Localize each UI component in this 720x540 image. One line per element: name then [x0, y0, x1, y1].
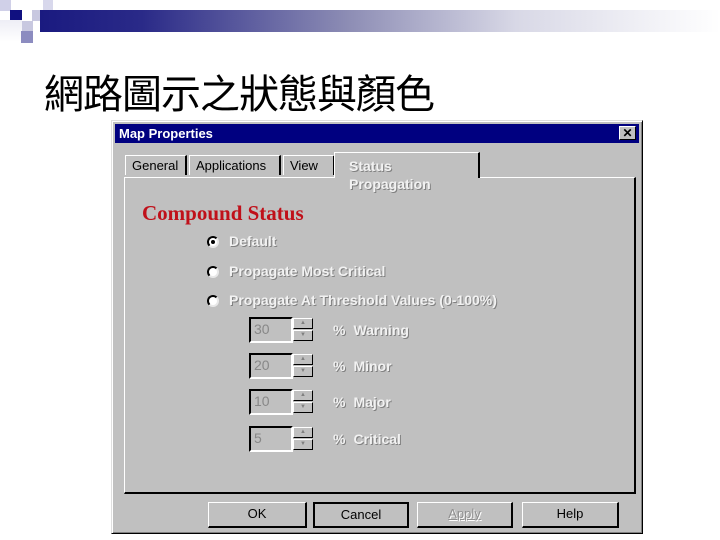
- ok-button[interactable]: OK: [208, 502, 307, 528]
- arrow-up-icon: ▲: [300, 320, 306, 326]
- radio-button[interactable]: [207, 295, 219, 307]
- radio-label: Propagate At Threshold Values (0-100%): [229, 292, 497, 308]
- threshold-label: % Minor: [333, 358, 392, 374]
- spin-up-button[interactable]: ▲: [293, 354, 313, 365]
- threshold-name: Critical: [353, 431, 401, 447]
- slide-title: 網路圖示之狀態與顏色: [44, 72, 435, 118]
- radio-button[interactable]: [207, 266, 219, 278]
- threshold-label: % Major: [333, 394, 391, 410]
- help-button[interactable]: Help: [522, 502, 619, 528]
- arrow-down-icon: ▼: [300, 404, 306, 410]
- spin-down-button[interactable]: ▼: [293, 366, 313, 377]
- tab-label-line1: Status: [349, 158, 392, 174]
- warning-threshold-input[interactable]: 30: [249, 317, 293, 343]
- arrow-down-icon: ▼: [300, 368, 306, 374]
- threshold-name: Minor: [353, 358, 392, 374]
- decor-square: [43, 0, 53, 10]
- threshold-name: Warning: [353, 322, 409, 338]
- close-button[interactable]: ✕: [619, 126, 636, 140]
- section-title: Compound Status: [142, 201, 304, 225]
- percent-sign: %: [333, 322, 346, 338]
- map-properties-dialog: Map Properties ✕ General Applications Vi…: [111, 120, 643, 534]
- cancel-button[interactable]: Cancel: [313, 502, 409, 528]
- tab-view[interactable]: View: [283, 155, 335, 175]
- spin-down-button[interactable]: ▼: [293, 439, 313, 450]
- threshold-name: Major: [353, 394, 391, 410]
- tab-status-propagation[interactable]: Status Propagation: [334, 152, 480, 192]
- minor-threshold-input[interactable]: 20: [249, 353, 293, 379]
- threshold-label: % Critical: [333, 431, 401, 447]
- apply-button[interactable]: Apply: [417, 502, 513, 528]
- tab-label: Applications: [196, 158, 267, 173]
- percent-sign: %: [333, 394, 346, 410]
- tab-label: General: [132, 158, 179, 173]
- arrow-up-icon: ▲: [300, 356, 306, 362]
- radio-label: Propagate Most Critical: [229, 263, 386, 279]
- radio-button-checked[interactable]: [207, 236, 219, 248]
- major-threshold-input[interactable]: 10: [249, 389, 293, 415]
- decor-square: [0, 20, 22, 42]
- arrow-down-icon: ▼: [300, 441, 306, 447]
- spin-up-button[interactable]: ▲: [293, 318, 313, 329]
- header-gradient-bar: [40, 10, 720, 32]
- spin-down-button[interactable]: ▼: [293, 330, 313, 341]
- radio-label: Default: [229, 233, 277, 249]
- dialog-title: Map Properties: [119, 126, 213, 141]
- close-icon: ✕: [622, 126, 633, 140]
- spin-down-button[interactable]: ▼: [293, 402, 313, 413]
- critical-threshold-input[interactable]: 5: [249, 426, 293, 452]
- arrow-down-icon: ▼: [300, 332, 306, 338]
- spin-up-button[interactable]: ▲: [293, 390, 313, 401]
- tab-general[interactable]: General: [125, 155, 187, 175]
- arrow-up-icon: ▲: [300, 392, 306, 398]
- percent-sign: %: [333, 431, 346, 447]
- decor-square: [22, 21, 33, 31]
- arrow-up-icon: ▲: [300, 429, 306, 435]
- tab-label-line2: Propagation: [349, 176, 431, 192]
- dialog-titlebar[interactable]: Map Properties ✕: [115, 124, 639, 143]
- tab-label: View: [290, 158, 318, 173]
- decor-square: [21, 31, 33, 43]
- spin-up-button[interactable]: ▲: [293, 427, 313, 438]
- tab-applications[interactable]: Applications: [189, 155, 281, 175]
- percent-sign: %: [333, 358, 346, 374]
- threshold-label: % Warning: [333, 322, 409, 338]
